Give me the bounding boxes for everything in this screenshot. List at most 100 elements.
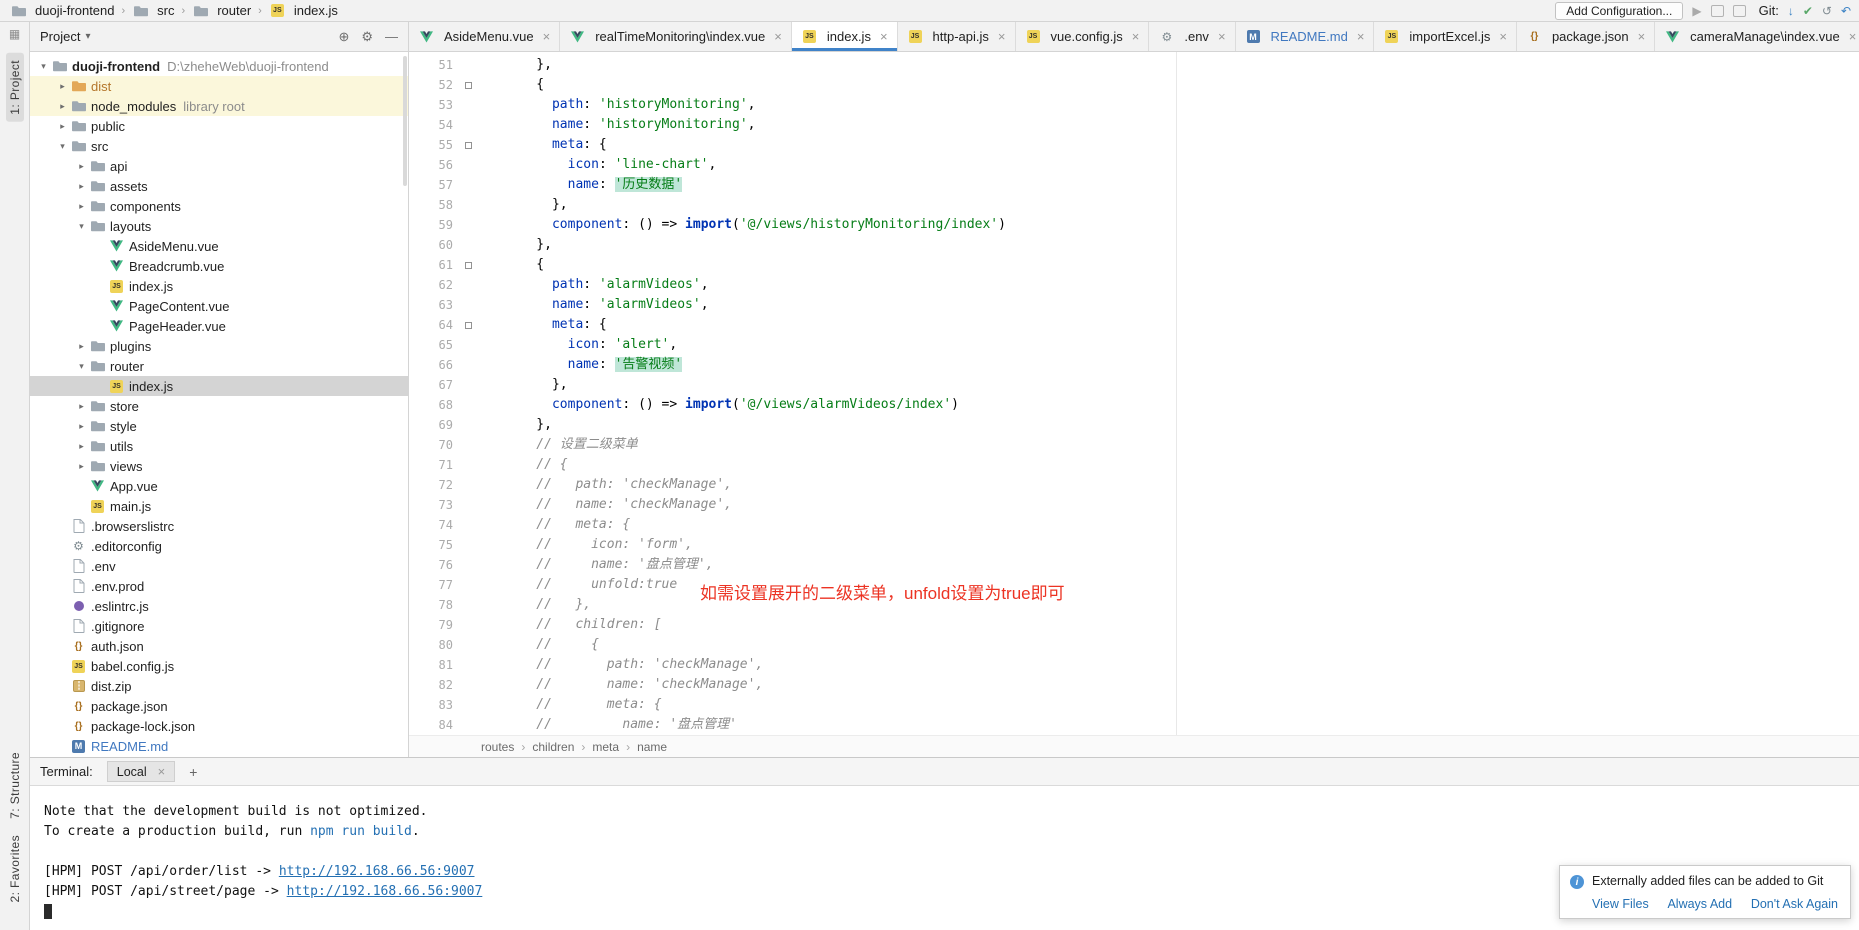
- editor-breadcrumb-routes[interactable]: routes: [481, 740, 514, 754]
- code-line-84[interactable]: 84 // name: '盘点管理': [409, 715, 1859, 735]
- close-icon[interactable]: ×: [880, 29, 888, 44]
- close-icon[interactable]: ×: [1218, 29, 1226, 44]
- close-icon[interactable]: ×: [1132, 29, 1140, 44]
- code-line-75[interactable]: 75 // icon: 'form',: [409, 535, 1859, 555]
- tree-item-browserslistrc[interactable]: .browserslistrc: [30, 516, 408, 536]
- editor-breadcrumb-children[interactable]: children: [532, 740, 574, 754]
- tree-item-editorconfig[interactable]: ⚙.editorconfig: [30, 536, 408, 556]
- code-line-77[interactable]: 77 // unfold:true: [409, 575, 1859, 595]
- git-history-icon[interactable]: ↺: [1822, 5, 1832, 17]
- editor-tab-readme-md[interactable]: MREADME.md×: [1236, 22, 1375, 51]
- tree-item-dist[interactable]: ▸dist: [30, 76, 408, 96]
- code-line-67[interactable]: 67 },: [409, 375, 1859, 395]
- code-line-63[interactable]: 63 name: 'alarmVideos',: [409, 295, 1859, 315]
- hide-panel-icon[interactable]: —: [385, 29, 398, 45]
- tree-item-breadcrumb-vue[interactable]: Breadcrumb.vue: [30, 256, 408, 276]
- close-icon[interactable]: ×: [998, 29, 1006, 44]
- tree-item-plugins[interactable]: ▸plugins: [30, 336, 408, 356]
- tree-item-pagecontent-vue[interactable]: PageContent.vue: [30, 296, 408, 316]
- chevron-down-icon[interactable]: ▾: [74, 361, 89, 372]
- code-line-80[interactable]: 80 // {: [409, 635, 1859, 655]
- tree-item-auth-json[interactable]: {}auth.json: [30, 636, 408, 656]
- tree-item-layouts[interactable]: ▾layouts: [30, 216, 408, 236]
- chevron-down-icon[interactable]: ▾: [36, 61, 51, 72]
- code-line-68[interactable]: 68 component: () => import('@/views/alar…: [409, 395, 1859, 415]
- close-icon[interactable]: ×: [543, 29, 551, 44]
- editor-tab-package-json[interactable]: {}package.json×: [1517, 22, 1655, 51]
- tree-item-gitignore[interactable]: .gitignore: [30, 616, 408, 636]
- editor-tab-index-js[interactable]: JSindex.js×: [792, 22, 898, 51]
- tree-item-components[interactable]: ▸components: [30, 196, 408, 216]
- tree-item-package-lock-json[interactable]: {}package-lock.json: [30, 716, 408, 736]
- fold-marker-icon[interactable]: [459, 75, 477, 95]
- tree-item-package-json[interactable]: {}package.json: [30, 696, 408, 716]
- code-line-74[interactable]: 74 // meta: {: [409, 515, 1859, 535]
- tree-item-duoji-frontend[interactable]: ▾duoji-frontendD:\zheheWeb\duoji-fronten…: [30, 56, 408, 76]
- tree-item-eslintrc-js[interactable]: .eslintrc.js: [30, 596, 408, 616]
- code-line-62[interactable]: 62 path: 'alarmVideos',: [409, 275, 1859, 295]
- tree-item-app-vue[interactable]: App.vue: [30, 476, 408, 496]
- tree-item-index-js[interactable]: JSindex.js: [30, 376, 408, 396]
- code-line-82[interactable]: 82 // name: 'checkManage',: [409, 675, 1859, 695]
- code-line-55[interactable]: 55 meta: {: [409, 135, 1859, 155]
- locate-file-icon[interactable]: ⊕: [338, 29, 349, 45]
- tree-item-utils[interactable]: ▸utils: [30, 436, 408, 456]
- terminal-tab-local[interactable]: Local ×: [107, 761, 175, 782]
- code-line-72[interactable]: 72 // path: 'checkManage',: [409, 475, 1859, 495]
- chevron-right-icon[interactable]: ▸: [74, 441, 89, 452]
- code-line-76[interactable]: 76 // name: '盘点管理',: [409, 555, 1859, 575]
- fold-marker-icon[interactable]: [459, 135, 477, 155]
- editor-tab-env[interactable]: ⚙.env×: [1149, 22, 1235, 51]
- git-update-icon[interactable]: ↓: [1788, 5, 1794, 17]
- editor-tab-asidemenu-vue[interactable]: AsideMenu.vue×: [409, 22, 560, 51]
- editor-breadcrumb-meta[interactable]: meta: [592, 740, 619, 754]
- code-line-60[interactable]: 60 },: [409, 235, 1859, 255]
- tree-item-babel-config-js[interactable]: JSbabel.config.js: [30, 656, 408, 676]
- code-editor[interactable]: 51 },52 {53 path: 'historyMonitoring',54…: [409, 52, 1859, 735]
- tree-item-api[interactable]: ▸api: [30, 156, 408, 176]
- tree-item-env[interactable]: .env: [30, 556, 408, 576]
- gear-icon[interactable]: ⚙: [361, 29, 373, 45]
- run-icon[interactable]: ▶: [1692, 5, 1701, 17]
- code-line-51[interactable]: 51 },: [409, 55, 1859, 75]
- tree-item-store[interactable]: ▸store: [30, 396, 408, 416]
- tree-item-public[interactable]: ▸public: [30, 116, 408, 136]
- debug-icon[interactable]: [1711, 5, 1724, 17]
- code-line-70[interactable]: 70 // 设置二级菜单: [409, 435, 1859, 455]
- code-line-61[interactable]: 61 {: [409, 255, 1859, 275]
- tree-item-main-js[interactable]: JSmain.js: [30, 496, 408, 516]
- code-line-69[interactable]: 69 },: [409, 415, 1859, 435]
- terminal-link[interactable]: http://192.168.66.56:9007: [287, 884, 483, 899]
- breadcrumb-item-index-js[interactable]: JSindex.js: [267, 3, 340, 19]
- new-terminal-icon[interactable]: +: [189, 764, 197, 780]
- chevron-right-icon[interactable]: ▸: [55, 121, 70, 132]
- code-line-54[interactable]: 54 name: 'historyMonitoring',: [409, 115, 1859, 135]
- git-commit-icon[interactable]: ✔: [1803, 5, 1813, 17]
- tree-scrollbar[interactable]: [403, 56, 407, 186]
- tool-windows-icon[interactable]: ▦: [9, 27, 20, 41]
- chevron-right-icon[interactable]: ▸: [74, 181, 89, 192]
- code-line-64[interactable]: 64 meta: {: [409, 315, 1859, 335]
- code-line-79[interactable]: 79 // children: [: [409, 615, 1859, 635]
- code-line-78[interactable]: 78 // },: [409, 595, 1859, 615]
- close-icon[interactable]: ×: [1499, 29, 1507, 44]
- editor-breadcrumb-name[interactable]: name: [637, 740, 667, 754]
- tool-strip-favorites-button[interactable]: 2: Favorites: [8, 835, 22, 903]
- tree-item-dist-zip[interactable]: dist.zip: [30, 676, 408, 696]
- tree-item-node-modules[interactable]: ▸node_moduleslibrary root: [30, 96, 408, 116]
- chevron-down-icon[interactable]: ▾: [55, 141, 70, 152]
- code-line-73[interactable]: 73 // name: 'checkManage',: [409, 495, 1859, 515]
- breadcrumb-item-router[interactable]: router: [190, 3, 253, 19]
- close-icon[interactable]: ×: [1638, 29, 1646, 44]
- git-rollback-icon[interactable]: ↶: [1841, 5, 1851, 17]
- chevron-right-icon[interactable]: ▸: [74, 401, 89, 412]
- chevron-right-icon[interactable]: ▸: [55, 81, 70, 92]
- tree-item-src[interactable]: ▾src: [30, 136, 408, 156]
- tree-item-env-prod[interactable]: .env.prod: [30, 576, 408, 596]
- code-line-65[interactable]: 65 icon: 'alert',: [409, 335, 1859, 355]
- code-line-66[interactable]: 66 name: '告警视频': [409, 355, 1859, 375]
- code-line-71[interactable]: 71 // {: [409, 455, 1859, 475]
- tool-strip-project-button[interactable]: 1: Project: [6, 53, 24, 122]
- tree-item-asidemenu-vue[interactable]: AsideMenu.vue: [30, 236, 408, 256]
- notification-action-don-t-ask-again[interactable]: Don't Ask Again: [1751, 897, 1838, 911]
